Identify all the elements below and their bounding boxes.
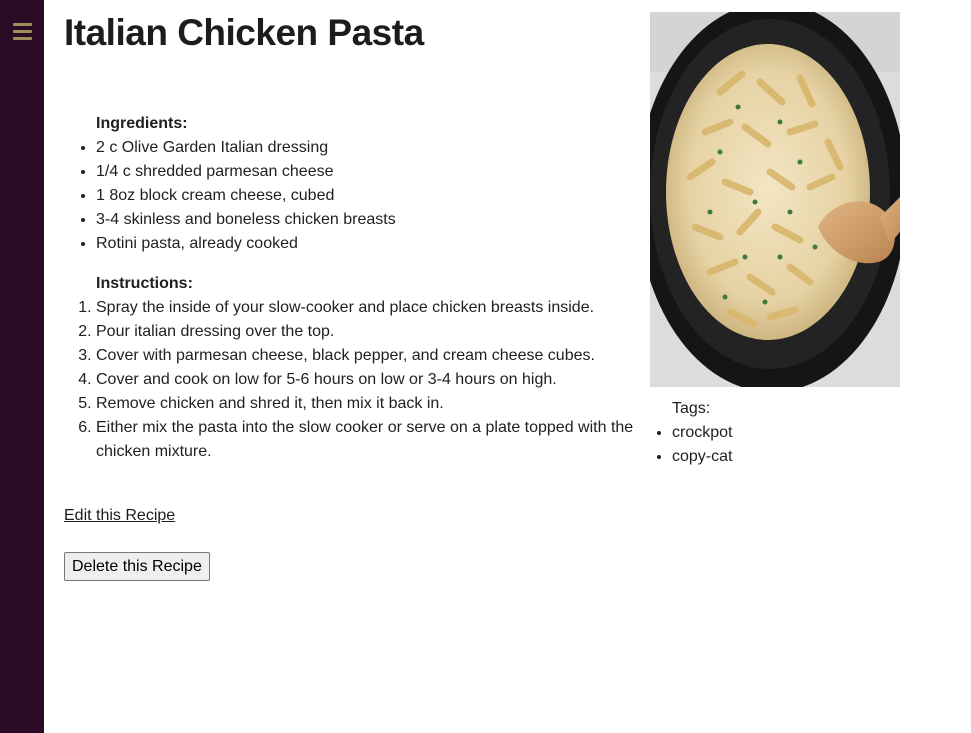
tags-heading: Tags: — [672, 400, 711, 417]
tag-item: crockpot — [672, 421, 900, 445]
hamburger-menu-icon[interactable] — [13, 23, 32, 41]
recipe-aside: Tags: crockpot copy-cat — [650, 12, 900, 465]
ingredient-item: 1/4 c shredded parmesan cheese — [96, 160, 634, 184]
instructions-list: Spray the inside of your slow-cooker and… — [64, 296, 634, 464]
ingredient-item: 2 c Olive Garden Italian dressing — [96, 136, 634, 160]
ingredients-heading: Ingredients: — [96, 115, 188, 132]
page-title: Italian Chicken Pasta — [64, 12, 424, 53]
instruction-step: Pour italian dressing over the top. — [96, 320, 634, 344]
edit-recipe-link[interactable]: Edit this Recipe — [64, 504, 175, 528]
instruction-step: Spray the inside of your slow-cooker and… — [96, 296, 634, 320]
ingredients-section: Ingredients: 2 c Olive Garden Italian dr… — [64, 112, 634, 256]
tags-list: crockpot copy-cat — [650, 421, 900, 469]
instruction-step: Either mix the pasta into the slow cooke… — [96, 416, 634, 464]
ingredient-item: 1 8oz block cream cheese, cubed — [96, 184, 634, 208]
instructions-heading: Instructions: — [96, 275, 193, 292]
delete-recipe-button[interactable]: Delete this Recipe — [64, 552, 210, 581]
instruction-step: Cover and cook on low for 5-6 hours on l… — [96, 368, 634, 392]
tags-section: Tags: crockpot copy-cat — [650, 397, 900, 469]
ingredients-list: 2 c Olive Garden Italian dressing 1/4 c … — [64, 136, 634, 256]
tag-item: copy-cat — [672, 445, 900, 469]
sidebar — [0, 0, 44, 733]
instruction-step: Remove chicken and shred it, then mix it… — [96, 392, 634, 416]
ingredient-item: Rotini pasta, already cooked — [96, 232, 634, 256]
instructions-section: Instructions: Spray the inside of your s… — [64, 272, 634, 464]
ingredient-item: 3-4 skinless and boneless chicken breast… — [96, 208, 634, 232]
recipe-photo — [650, 12, 900, 387]
instruction-step: Cover with parmesan cheese, black pepper… — [96, 344, 634, 368]
